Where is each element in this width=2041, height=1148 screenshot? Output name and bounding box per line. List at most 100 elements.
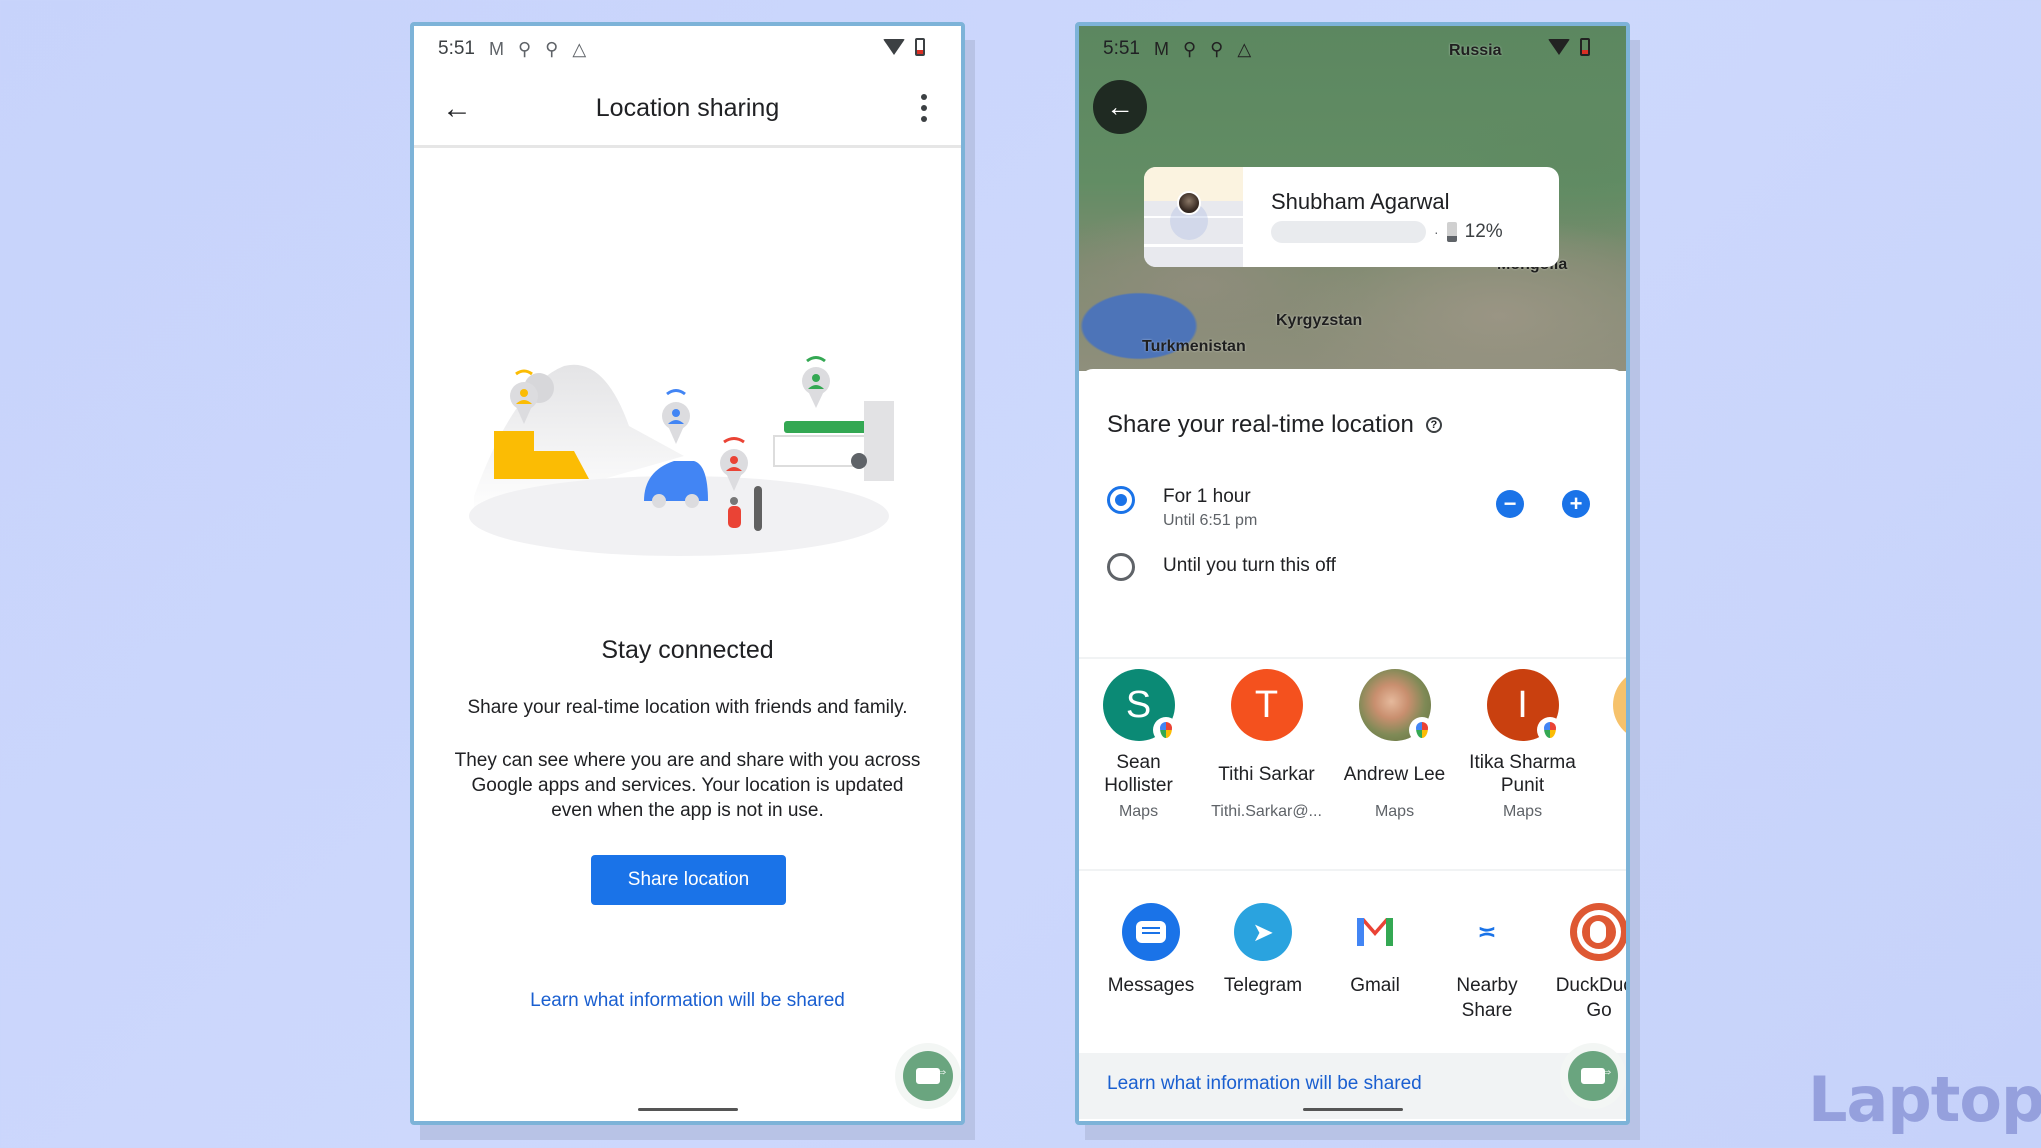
share-apps-row[interactable]: Messages ➤ Telegram Gmail ≍ Nearby Share…: [1079, 903, 1626, 1043]
battery-icon: [915, 38, 925, 56]
laptop-watermark-logo: Laptop: [1808, 1063, 2041, 1136]
avatar-initial: I: [1517, 683, 1528, 726]
drive-icon: △: [572, 39, 587, 59]
avatar: T: [1230, 669, 1303, 741]
screen-share-fab[interactable]: [1568, 1051, 1618, 1101]
battery-icon: [1580, 38, 1590, 56]
share-bottom-sheet: Share your real-time location ? For 1 ho…: [1079, 369, 1626, 1121]
more-vert-icon-dot: [921, 116, 927, 122]
screen-share-icon: [916, 1063, 949, 1084]
increase-duration-button[interactable]: +: [1562, 490, 1590, 518]
battery-level-icon: [1446, 222, 1457, 242]
more-vert-icon-dot: [921, 94, 927, 100]
map-label-kyrgyzstan: Kyrgyzstan: [1276, 312, 1363, 329]
option-label: Until you turn this off: [1163, 555, 1336, 576]
app-messages[interactable]: Messages: [1091, 903, 1211, 998]
map-view[interactable]: 5:51 M ⚲ ⚲ △ Russia Mongolia Kyrgyzstan …: [1079, 26, 1626, 371]
contact-sub: Tithi.Sarkar@...: [1211, 803, 1322, 820]
learn-more-link[interactable]: Learn what information will be shared: [414, 990, 961, 1012]
tall-building: [864, 401, 894, 481]
google-maps-icon: [1152, 717, 1179, 743]
app-duckduckgo[interactable]: DuckDuckGo: [1539, 903, 1626, 1023]
avatar-initial: T: [1254, 683, 1279, 726]
arrow-left-icon: ←: [442, 92, 472, 125]
nearby-share-icon: ≍: [1458, 903, 1516, 961]
avatar: I: [1486, 669, 1563, 743]
help-circle-icon[interactable]: ?: [1425, 417, 1442, 433]
app-nearby-share[interactable]: ≍ Nearby Share: [1427, 903, 1547, 1023]
contact-partial[interactable]: S: [1586, 669, 1626, 797]
plus-circle-icon: +: [1569, 491, 1583, 516]
address-loading-placeholder: [1271, 221, 1426, 243]
more-options-button[interactable]: [921, 94, 927, 122]
location-thumbnail: [1144, 167, 1243, 267]
map-label-russia: Russia: [1449, 42, 1502, 59]
description-line-2: They can see where you are and share wit…: [454, 750, 921, 821]
share-location-sheet-screen: 5:51 M ⚲ ⚲ △ Russia Mongolia Kyrgyzstan …: [1075, 22, 1630, 1125]
app-label: Nearby Share: [1456, 975, 1518, 1021]
app-label: Telegram: [1223, 975, 1303, 996]
option-label: For 1 hour: [1163, 486, 1251, 507]
contact-name: Itika Sharma Punit: [1469, 752, 1576, 796]
contact-name: Sean Hollister: [1104, 752, 1173, 796]
option-until-off[interactable]: Until you turn this off: [1107, 553, 1336, 581]
page-title: Location sharing: [595, 94, 780, 122]
contact-sub: Maps: [1374, 803, 1415, 820]
status-time: 5:51: [1103, 38, 1140, 59]
app-telegram[interactable]: ➤ Telegram: [1203, 903, 1323, 998]
option-sublabel: Until 6:51 pm: [1163, 512, 1258, 529]
learn-more-link[interactable]: Learn what information will be shared: [1107, 1073, 1422, 1095]
minus-circle-icon: −: [1503, 491, 1517, 516]
contacts-row[interactable]: S Sean Hollister Maps T Tithi Sarkar Tit…: [1079, 669, 1626, 861]
separator-dot: ·: [1434, 224, 1439, 240]
telegram-icon: ➤: [1234, 903, 1292, 961]
battery-percent: 12%: [1464, 221, 1503, 242]
contact-name: Tithi Sarkar: [1218, 763, 1315, 785]
google-maps-icon: [1408, 717, 1435, 743]
back-button[interactable]: ←: [442, 92, 472, 126]
avatar-photo: [1358, 669, 1435, 743]
map-back-button[interactable]: ←: [1093, 80, 1147, 134]
avatar-initial: S: [1125, 683, 1152, 726]
keyhole-icon: ⚲: [1182, 39, 1197, 59]
divider: [1079, 657, 1626, 659]
contact-andrew-lee[interactable]: Andrew Lee Maps: [1332, 669, 1457, 821]
sheet-title-text: Share your real-time location: [1107, 411, 1414, 438]
app-label: Messages: [1107, 975, 1195, 996]
app-label: DuckDuckGo: [1555, 975, 1626, 1021]
contact-sub: Maps: [1502, 803, 1543, 820]
contact-sean-hollister[interactable]: S Sean Hollister Maps: [1079, 669, 1201, 821]
avatar: S: [1102, 669, 1179, 743]
option-for-1-hour[interactable]: For 1 hour Until 6:51 pm: [1107, 486, 1257, 530]
avatar: [1612, 669, 1626, 741]
stay-connected-heading: Stay connected: [601, 636, 774, 664]
people-sharing-location-illustration: [469, 356, 894, 556]
decrease-duration-button[interactable]: −: [1496, 490, 1524, 518]
person-location-card[interactable]: Shubham Agarwal · 12%: [1144, 167, 1559, 267]
contact-itika-sharma-punit[interactable]: I Itika Sharma Punit Maps: [1460, 669, 1585, 821]
pin-green: [802, 356, 830, 408]
dark-bush: [851, 453, 867, 469]
app-gmail[interactable]: Gmail: [1315, 903, 1435, 998]
status-time: 5:51: [438, 38, 475, 59]
screen-share-fab[interactable]: [903, 1051, 953, 1101]
contact-name: Andrew Lee: [1343, 763, 1446, 785]
wifi-icon: [1548, 39, 1570, 55]
gmail-icon: M: [1153, 39, 1169, 59]
share-location-button[interactable]: Share location: [591, 855, 786, 905]
person-name: Shubham Agarwal: [1271, 189, 1450, 214]
google-maps-icon: [1536, 717, 1563, 743]
contact-tithi-sarkar[interactable]: T Tithi Sarkar Tithi.Sarkar@...: [1204, 669, 1329, 821]
app-label: Gmail: [1350, 975, 1400, 996]
contact-name: S: [1586, 751, 1626, 797]
radio-for-1-hour[interactable]: [1107, 486, 1135, 514]
keyhole-icon: ⚲: [517, 39, 532, 59]
wifi-icon: [883, 39, 905, 55]
home-gesture-bar[interactable]: [1302, 1108, 1403, 1111]
divider: [1079, 869, 1626, 871]
location-sharing-intro-screen: 5:51 M ⚲ ⚲ △ ← Location sharing Stay con…: [410, 22, 965, 1125]
status-bar: 5:51 M ⚲ ⚲ △: [414, 26, 961, 72]
drive-icon: △: [1237, 39, 1252, 59]
radio-until-off[interactable]: [1107, 553, 1135, 581]
home-gesture-bar[interactable]: [637, 1108, 738, 1111]
